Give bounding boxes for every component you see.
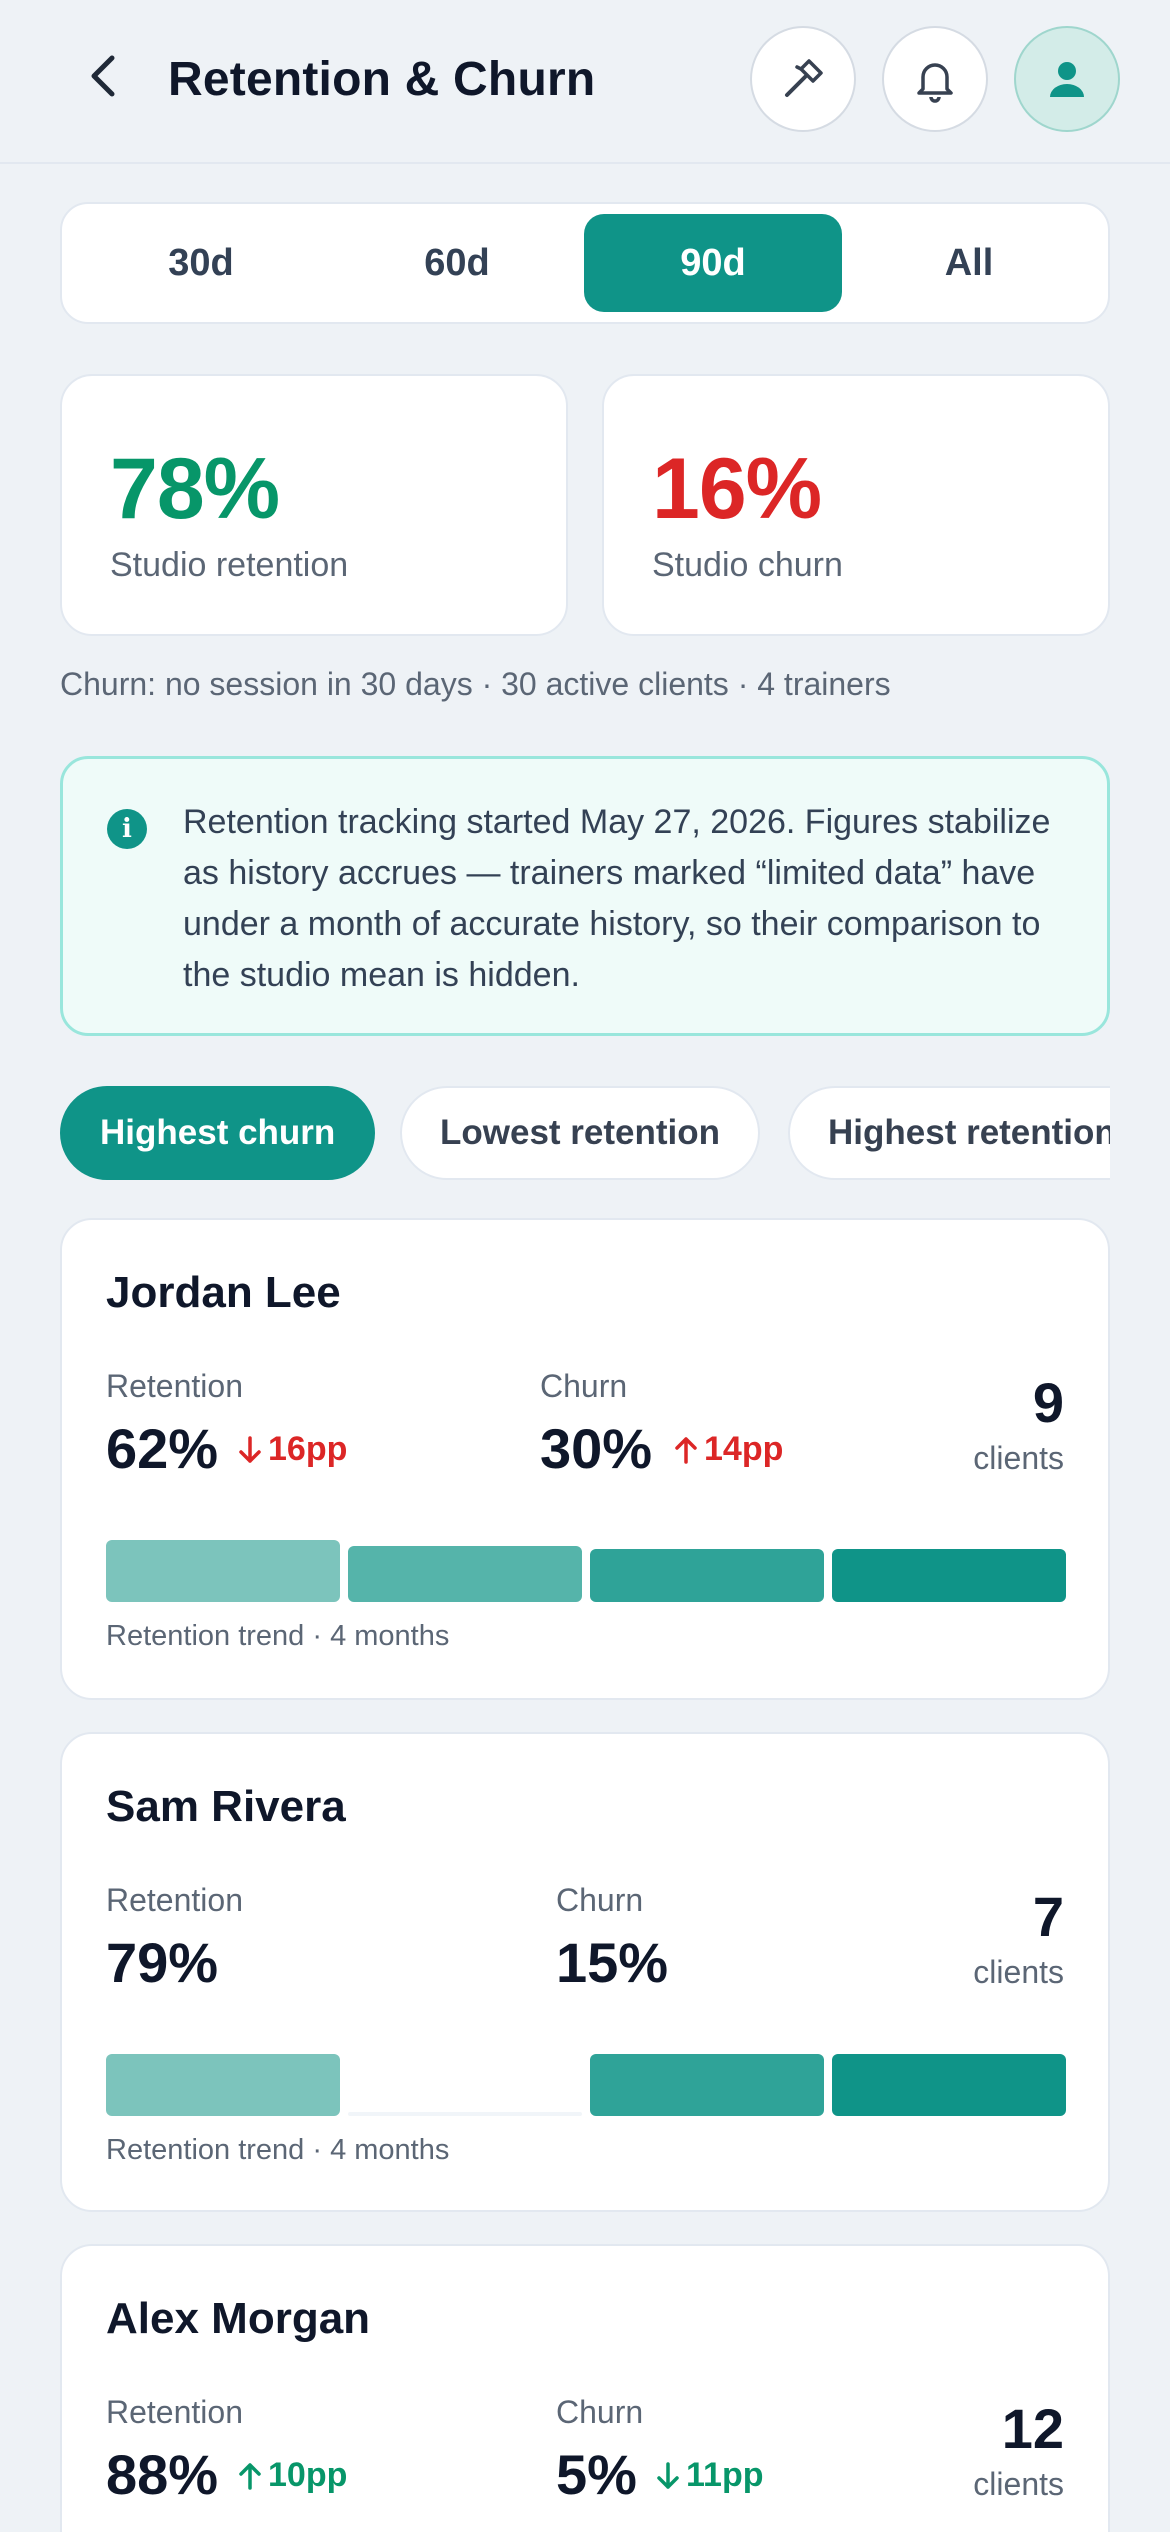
trend-bar — [348, 2112, 582, 2116]
studio-retention-value: 78% — [110, 441, 280, 537]
studio-churn-value: 16% — [652, 441, 822, 537]
chip-highest-churn[interactable]: Highest churn — [60, 1086, 376, 1180]
arrow-up-icon — [239, 2462, 261, 2490]
retention-value: 88% — [106, 2443, 219, 2506]
retention-label: Retention — [106, 2394, 243, 2430]
trainer-card[interactable]: Alex Morgan Retention 88% 10pp Churn 5% … — [60, 2244, 1110, 2532]
chip-highest-retention[interactable]: Highest retention — [788, 1086, 1110, 1180]
churn-label: Churn — [556, 2394, 644, 2430]
period-60d[interactable]: 60d — [328, 214, 586, 312]
info-text: Retention tracking started May 27, 2026.… — [183, 803, 1051, 994]
churn-delta-value: 11pp — [686, 2456, 764, 2494]
trend-bar — [832, 2054, 1066, 2116]
period-all[interactable]: All — [840, 214, 1098, 312]
churn-definition-note: Churn: no session in 30 days · 30 active… — [60, 666, 891, 702]
client-count: 12 — [1001, 2397, 1064, 2460]
arrow-down-icon — [657, 2461, 679, 2489]
arrow-down-icon — [239, 1435, 261, 1463]
notifications-button[interactable] — [882, 26, 988, 132]
retention-value: 79% — [106, 1931, 219, 1994]
tools-button[interactable] — [750, 26, 856, 132]
trainer-name: Jordan Lee — [106, 1268, 341, 1317]
app-header: Retention & Churn — [0, 0, 1170, 164]
studio-churn-card: 16% Studio churn — [602, 374, 1110, 636]
chevron-left-icon — [91, 55, 115, 97]
sort-filter-chips: Highest churn Lowest retention Highest r… — [60, 1086, 1110, 1182]
trend-bar — [106, 2054, 340, 2116]
trend-bar — [348, 1546, 582, 1602]
trend-bar — [590, 2054, 824, 2116]
churn-label: Churn — [540, 1368, 628, 1404]
churn-value: 30% — [540, 1417, 653, 1480]
info-banner: i Retention tracking started May 27, 202… — [60, 756, 1110, 1036]
back-button[interactable] — [76, 48, 132, 104]
user-icon — [1050, 62, 1084, 97]
retention-delta: 16pp — [238, 1430, 347, 1469]
retention-delta-value: 10pp — [268, 2456, 348, 2494]
chip-lowest-retention[interactable]: Lowest retention — [400, 1086, 761, 1180]
trainer-name: Alex Morgan — [106, 2294, 371, 2343]
info-icon: i — [107, 809, 147, 849]
churn-delta: 11pp — [656, 2456, 763, 2495]
retention-label: Retention — [106, 1368, 243, 1404]
period-selector: 30d 60d 90d All — [60, 202, 1110, 324]
retention-trend-bars — [106, 1536, 1066, 1602]
churn-value: 15% — [556, 1931, 669, 1994]
churn-delta-value: 14pp — [704, 1430, 784, 1468]
retention-value: 62% — [106, 1417, 219, 1480]
client-count: 7 — [1032, 1885, 1064, 1948]
retention-delta: 10pp — [238, 2456, 347, 2495]
period-30d[interactable]: 30d — [72, 214, 330, 312]
trend-bar — [106, 1540, 340, 1602]
studio-retention-card: 78% Studio retention — [60, 374, 568, 636]
bell-icon — [917, 63, 953, 103]
churn-label: Churn — [556, 1882, 644, 1918]
retention-delta-value: 16pp — [268, 1430, 348, 1468]
period-90d[interactable]: 90d — [584, 214, 842, 312]
arrow-up-icon — [675, 1436, 697, 1464]
page-title: Retention & Churn — [168, 53, 596, 106]
retention-trend-label: Retention trend · 4 months — [106, 1620, 450, 1652]
client-count: 9 — [1032, 1371, 1064, 1434]
trainer-card[interactable]: Sam Rivera Retention 79% Churn 15% 7 cli… — [60, 1732, 1110, 2212]
retention-label: Retention — [106, 1882, 243, 1918]
hammer-icon — [785, 59, 823, 97]
clients-label: clients — [973, 2466, 1064, 2502]
trainer-name: Sam Rivera — [106, 1782, 346, 1831]
trend-bar — [832, 1549, 1066, 1602]
trend-bar — [590, 1549, 824, 1602]
studio-retention-label: Studio retention — [110, 546, 349, 584]
clients-label: clients — [973, 1440, 1064, 1476]
retention-trend-label: Retention trend · 4 months — [106, 2134, 450, 2166]
retention-trend-bars — [106, 2050, 1066, 2116]
clients-label: clients — [973, 1954, 1064, 1990]
studio-churn-label: Studio churn — [652, 546, 843, 584]
churn-value: 5% — [556, 2443, 637, 2506]
profile-button[interactable] — [1014, 26, 1120, 132]
trainer-card[interactable]: Jordan Lee Retention 62% 16pp Churn 30% … — [60, 1218, 1110, 1700]
churn-delta: 14pp — [674, 1430, 783, 1469]
